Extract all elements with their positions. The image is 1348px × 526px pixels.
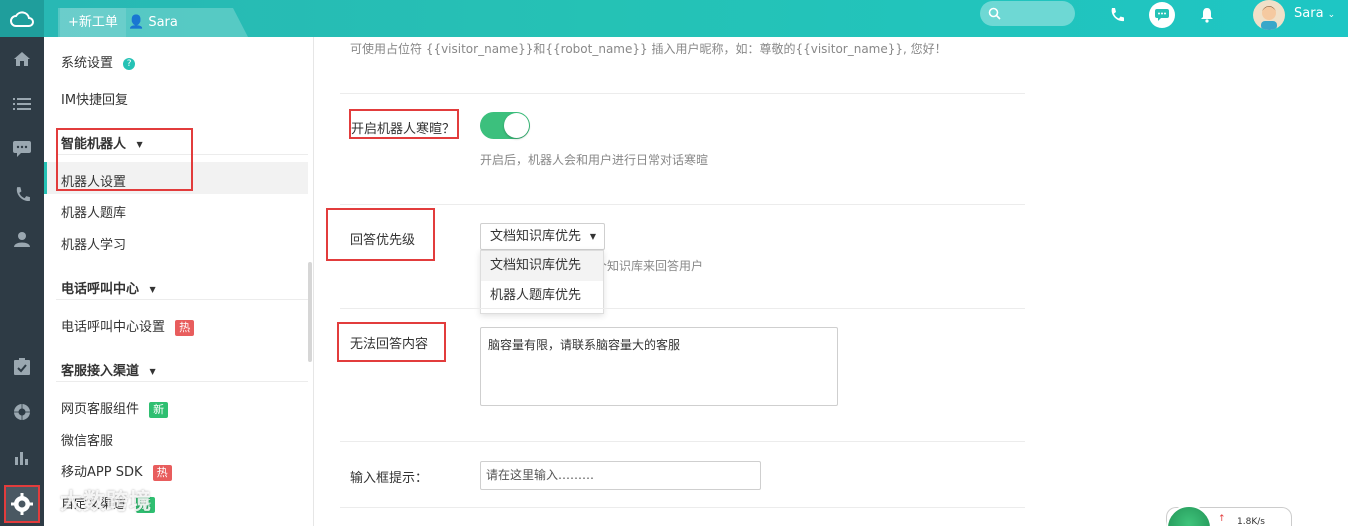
input-hint-field[interactable]: 请在这里输入……… bbox=[480, 461, 761, 490]
settings-gear-icon[interactable] bbox=[4, 485, 40, 523]
divider bbox=[340, 441, 1025, 442]
home-icon[interactable] bbox=[0, 44, 44, 74]
contact-icon[interactable] bbox=[0, 224, 44, 254]
divider bbox=[56, 381, 308, 382]
hot-badge: 热 bbox=[152, 465, 172, 481]
divider bbox=[340, 308, 1025, 309]
chevron-down-icon: ⌄ bbox=[1327, 10, 1336, 20]
toggle-knob bbox=[504, 113, 529, 138]
user-menu[interactable]: Sara ⌄ bbox=[1294, 6, 1335, 21]
caret-down-icon: ▼ bbox=[149, 367, 156, 376]
search-input[interactable] bbox=[980, 1, 1075, 26]
message-icon[interactable] bbox=[0, 134, 44, 164]
section-channels[interactable]: 客服接入渠道 ▼ bbox=[61, 360, 156, 379]
greet-hint: 开启后，机器人会和用户进行日常对话寒暄 bbox=[480, 153, 709, 167]
user-icon: 👤 bbox=[128, 15, 145, 30]
new-ticket-tab[interactable]: +新工单 bbox=[60, 8, 126, 37]
section-label: 客服接入渠道 bbox=[61, 364, 140, 379]
net-speed: 1.8K/s bbox=[1237, 517, 1265, 526]
sidebar-item-mobile-sdk[interactable]: 移动APP SDK 热 bbox=[61, 461, 172, 481]
settings-sidebar: 系统设置 ? IM快捷回复 智能机器人 ▼ 机器人设置 机器人题库 机器人学习 … bbox=[44, 37, 314, 526]
annotation-box bbox=[56, 128, 193, 191]
chat-icon[interactable] bbox=[1148, 0, 1176, 30]
divider bbox=[56, 299, 308, 300]
placeholder-hint: 可使用占位符 {{visitor_name}}和{{robot_name}} 插… bbox=[350, 42, 947, 56]
help-ring-icon[interactable] bbox=[0, 397, 44, 427]
sidebar-item-label: 系统设置 bbox=[61, 56, 114, 71]
phone-icon[interactable] bbox=[1104, 0, 1130, 30]
icon-rail bbox=[0, 37, 44, 526]
new-badge: 新 bbox=[149, 402, 169, 418]
sidebar-item-robot-qa[interactable]: 机器人题库 bbox=[61, 202, 126, 221]
sidebar-item-wechat[interactable]: 微信客服 bbox=[61, 430, 113, 449]
user-tab-label: Sara bbox=[148, 15, 178, 30]
caret-down-icon: ▼ bbox=[149, 285, 156, 294]
chart-icon[interactable] bbox=[0, 442, 44, 472]
section-label: 电话呼叫中心 bbox=[61, 282, 140, 297]
caret-down-icon: ▼ bbox=[589, 232, 596, 241]
bell-icon[interactable] bbox=[1194, 0, 1220, 30]
user-tab[interactable]: 👤 Sara bbox=[120, 8, 186, 37]
annotation-box bbox=[337, 322, 446, 362]
divider bbox=[340, 507, 1025, 508]
unanswerable-textarea[interactable]: 脑容量有限，请联系脑容量大的客服 bbox=[480, 327, 838, 406]
watermark: 大数跨境 bbox=[60, 490, 153, 515]
sidebar-item-label: 网页客服组件 bbox=[61, 402, 140, 417]
cloud-logo-icon[interactable] bbox=[0, 0, 44, 37]
section-callcenter[interactable]: 电话呼叫中心 ▼ bbox=[61, 278, 156, 297]
sidebar-item-label: 电话呼叫中心设置 bbox=[61, 320, 166, 335]
sidebar-item-system-settings[interactable]: 系统设置 ? bbox=[61, 52, 136, 71]
task-icon[interactable] bbox=[0, 351, 44, 381]
sidebar-item-web-widget[interactable]: 网页客服组件 新 bbox=[61, 398, 169, 418]
sidebar-scrollbar[interactable] bbox=[308, 262, 312, 362]
upload-arrow-icon: ↑ bbox=[1218, 514, 1226, 524]
phone-rail-icon[interactable] bbox=[0, 179, 44, 209]
robot-settings-panel: 可使用占位符 {{visitor_name}}和{{robot_name}} 插… bbox=[315, 37, 1348, 526]
input-hint-label: 输入框提示： bbox=[350, 471, 429, 486]
priority-hint: 个知识库来回答用户 bbox=[595, 259, 704, 273]
search-icon bbox=[988, 7, 1001, 20]
annotation-box bbox=[349, 109, 459, 139]
priority-select[interactable]: 文档知识库优先 ▼ bbox=[480, 223, 605, 250]
hot-badge: 热 bbox=[175, 320, 195, 336]
sidebar-item-im-quick-reply[interactable]: IM快捷回复 bbox=[61, 89, 128, 108]
annotation-box bbox=[326, 208, 435, 261]
priority-dropdown: 文档知识库优先 机器人题库优先 bbox=[480, 250, 604, 314]
avatar[interactable] bbox=[1253, 0, 1285, 30]
top-bar: +新工单 👤 Sara Sara ⌄ bbox=[0, 0, 1348, 37]
priority-option[interactable]: 机器人题库优先 bbox=[481, 281, 603, 311]
sidebar-item-label: 移动APP SDK bbox=[61, 465, 143, 480]
greet-toggle[interactable] bbox=[480, 112, 530, 139]
sidebar-item-callcenter-settings[interactable]: 电话呼叫中心设置 热 bbox=[61, 316, 195, 336]
sidebar-item-robot-learning[interactable]: 机器人学习 bbox=[61, 234, 126, 253]
list-icon[interactable] bbox=[0, 89, 44, 119]
user-name-label: Sara bbox=[1294, 6, 1324, 21]
divider bbox=[340, 204, 1025, 205]
divider bbox=[340, 93, 1025, 94]
priority-selected: 文档知识库优先 bbox=[490, 229, 582, 244]
priority-option[interactable]: 文档知识库优先 bbox=[481, 251, 603, 281]
question-icon[interactable]: ? bbox=[123, 57, 136, 70]
